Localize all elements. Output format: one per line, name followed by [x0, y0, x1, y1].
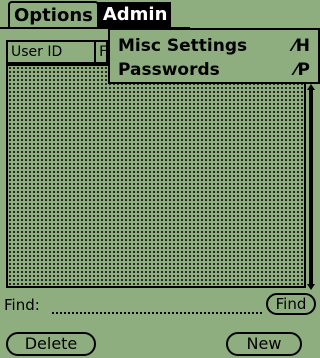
find-input[interactable]: [52, 312, 262, 314]
scroll-track[interactable]: [309, 88, 313, 284]
menu-item-label: Misc Settings: [118, 36, 248, 56]
delete-button[interactable]: Delete: [6, 332, 96, 356]
new-button[interactable]: New: [226, 332, 302, 356]
column-header-f[interactable]: F: [96, 42, 106, 62]
table-header: User ID F: [6, 40, 108, 64]
menu-options[interactable]: Options: [8, 1, 99, 29]
menu-tabs: Options Admin: [8, 1, 172, 29]
menu-bar: Options Admin: [0, 0, 320, 29]
menu-item-shortcut: ⁄H: [292, 36, 310, 56]
menu-item-label: Passwords: [118, 60, 220, 80]
scroll-down-arrow-icon[interactable]: [307, 284, 315, 290]
find-button[interactable]: Find: [266, 293, 316, 315]
find-label: Find:: [4, 296, 40, 314]
menu-item-misc-settings[interactable]: Misc Settings ⁄H: [118, 34, 310, 58]
scrollbar[interactable]: [306, 84, 316, 290]
admin-dropdown-menu: Misc Settings ⁄H Passwords ⁄P: [108, 28, 320, 84]
column-header-user-id[interactable]: User ID: [8, 42, 97, 62]
menu-item-shortcut: ⁄P: [294, 60, 310, 80]
user-table[interactable]: [6, 64, 306, 288]
menu-item-passwords[interactable]: Passwords ⁄P: [118, 58, 310, 82]
menu-admin[interactable]: Admin: [98, 2, 172, 28]
